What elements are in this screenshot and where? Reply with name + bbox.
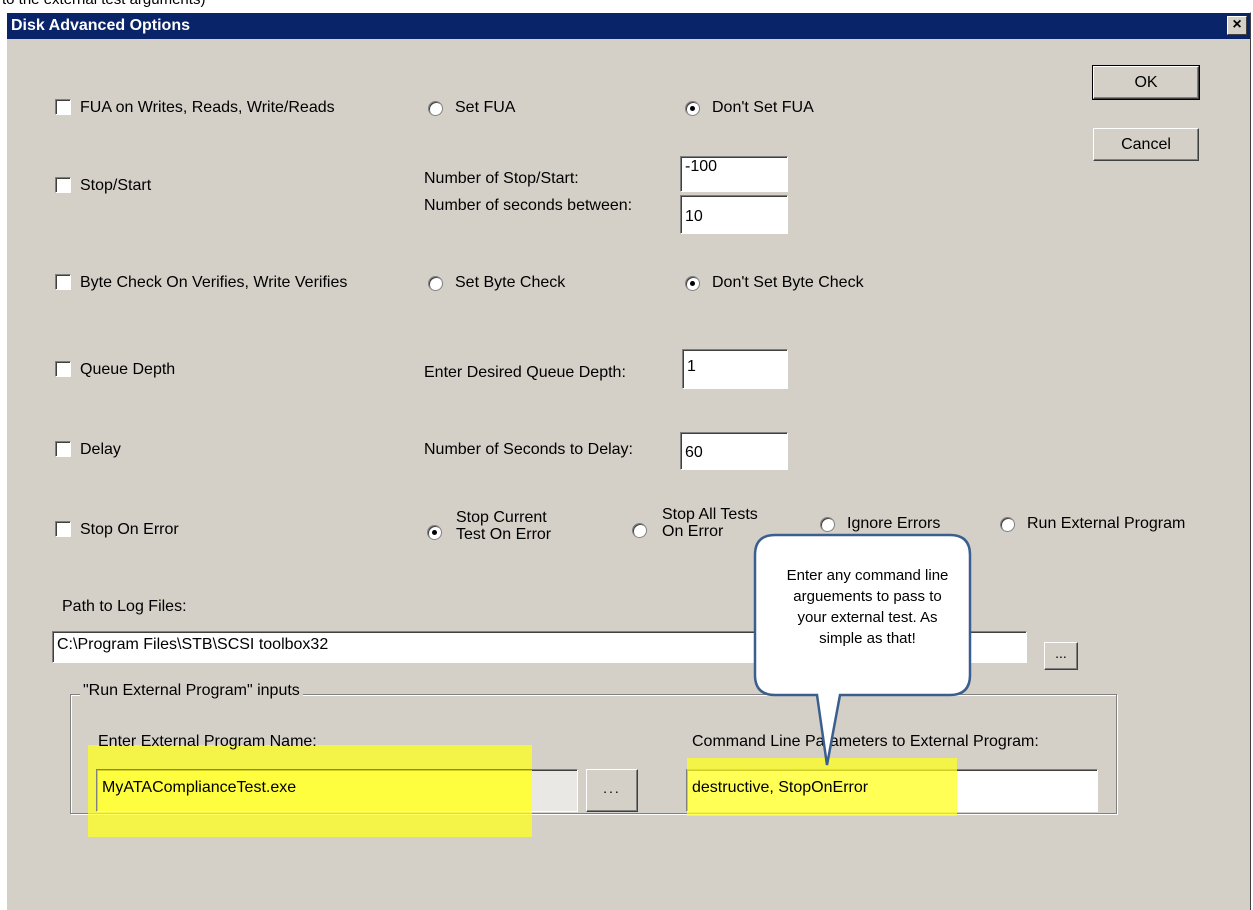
stop-all-tests-radio[interactable] <box>632 523 647 538</box>
queue-depth-input[interactable]: 1 <box>682 349 788 389</box>
dialog-title: Disk Advanced Options <box>11 17 190 34</box>
external-program-group-label: "Run External Program" inputs <box>80 682 303 700</box>
top-caption: to the external test arguments) <box>2 0 205 8</box>
log-path-label: Path to Log Files: <box>62 598 187 615</box>
dont-set-fua-radio[interactable] <box>685 101 700 116</box>
cancel-button[interactable]: Cancel <box>1093 128 1199 161</box>
seconds-between-input[interactable]: 10 <box>680 195 788 234</box>
fua-checkbox[interactable] <box>55 99 71 115</box>
callout-line: simple as that! <box>819 630 916 647</box>
set-byte-check-radio[interactable] <box>428 276 443 291</box>
callout-line: Enter any command line <box>786 567 949 584</box>
stop-on-error-checkbox[interactable] <box>55 521 71 537</box>
top-caption-clip: to the external test arguments) <box>0 0 1253 10</box>
close-icon: × <box>1232 16 1242 33</box>
delay-prompt: Number of Seconds to Delay: <box>424 441 633 458</box>
stop-start-label: Stop/Start <box>80 177 152 194</box>
stop-all-tests-label: Stop All Tests On Error <box>662 506 758 540</box>
byte-check-label: Byte Check On Verifies, Write Verifies <box>80 274 348 291</box>
callout-line: your external test. As <box>797 609 938 626</box>
callout-text: Enter any command line arguements to pas… <box>755 565 980 649</box>
stop-current-test-label: Stop Current Test On Error <box>456 509 552 543</box>
log-path-browse-button[interactable]: ... <box>1044 642 1078 670</box>
queue-depth-label: Queue Depth <box>80 361 176 378</box>
byte-check-checkbox[interactable] <box>55 274 71 290</box>
set-fua-radio[interactable] <box>428 101 443 116</box>
dont-set-byte-check-radio[interactable] <box>685 276 700 291</box>
set-byte-check-label: Set Byte Check <box>455 274 566 291</box>
program-name-value: MyATAComplianceTest.exe <box>102 779 297 796</box>
dont-set-fua-label: Don't Set FUA <box>712 99 814 116</box>
seconds-between-label: Number of seconds between: <box>424 197 633 214</box>
close-button[interactable]: × <box>1227 16 1247 35</box>
run-external-program-label: Run External Program <box>1027 515 1186 532</box>
stop-current-test-radio[interactable] <box>427 525 442 540</box>
params-value: destructive, StopOnError <box>692 779 869 796</box>
callout-line: arguements to pass to <box>793 588 942 605</box>
queue-depth-checkbox[interactable] <box>55 361 71 377</box>
delay-checkbox[interactable] <box>55 441 71 457</box>
program-name-label: Enter External Program Name: <box>98 733 317 750</box>
title-bar: Disk Advanced Options × <box>7 13 1250 39</box>
delay-label: Delay <box>80 441 121 458</box>
set-fua-label: Set FUA <box>455 99 516 116</box>
fua-checkbox-label: FUA on Writes, Reads, Write/Reads <box>80 99 335 116</box>
stop-start-count-label: Number of Stop/Start: <box>424 170 579 187</box>
stop-start-count-input[interactable]: -100 <box>680 156 788 192</box>
program-browse-button[interactable]: ... <box>586 769 638 812</box>
dont-set-byte-check-label: Don't Set Byte Check <box>712 274 864 291</box>
stop-start-checkbox[interactable] <box>55 177 71 193</box>
delay-seconds-input[interactable]: 60 <box>680 432 788 470</box>
queue-depth-prompt: Enter Desired Queue Depth: <box>424 364 626 381</box>
ok-button[interactable]: OK <box>1092 65 1200 100</box>
stop-on-error-label: Stop On Error <box>80 521 179 538</box>
